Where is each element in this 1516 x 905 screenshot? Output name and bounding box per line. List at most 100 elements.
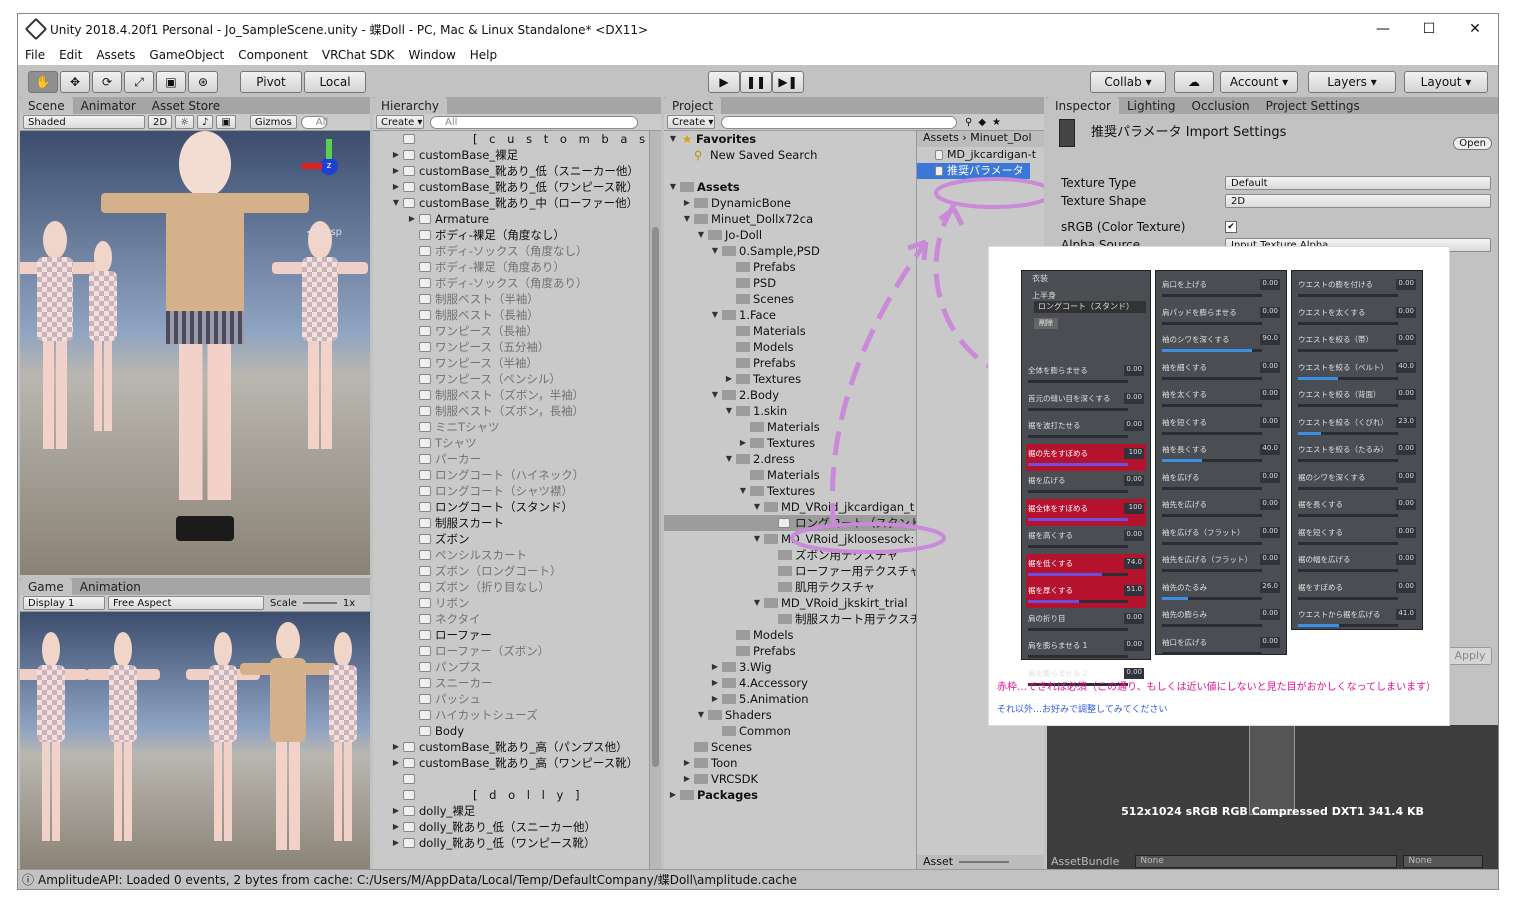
- cloud-icon[interactable]: ☁: [1174, 71, 1214, 93]
- param-value[interactable]: 40.0: [1260, 444, 1280, 455]
- param-value[interactable]: 23.0: [1396, 416, 1416, 428]
- hierarchy-item[interactable]: ネクタイ: [373, 611, 661, 627]
- breadcrumb-assets[interactable]: Assets: [923, 131, 959, 144]
- param-value[interactable]: 0.00: [1124, 640, 1144, 651]
- param-slider[interactable]: [1162, 624, 1262, 627]
- hierarchy-item[interactable]: パッシュ: [373, 691, 661, 707]
- param-slider[interactable]: [1298, 514, 1398, 517]
- expand-arrow-icon[interactable]: ▶: [391, 147, 401, 163]
- tab-project-settings[interactable]: Project Settings: [1258, 97, 1368, 114]
- close-icon[interactable]: ✕: [1452, 14, 1498, 44]
- hierarchy-item[interactable]: Body: [373, 723, 661, 739]
- hierarchy-item[interactable]: 制服スカート: [373, 515, 661, 531]
- hierarchy-item[interactable]: スニーカー: [373, 675, 661, 691]
- param-value[interactable]: 0.00: [1260, 471, 1280, 483]
- param-slider-row[interactable]: 袖を太くする 0.00: [1160, 385, 1282, 412]
- pivot-toggle[interactable]: Pivot: [240, 71, 302, 93]
- hierarchy-item[interactable]: Tシャツ: [373, 435, 661, 451]
- hierarchy-item[interactable]: ミニTシャツ: [373, 419, 661, 435]
- param-slider[interactable]: [1028, 600, 1128, 603]
- project-folder[interactable]: ▶ Toon: [664, 755, 916, 771]
- project-folder[interactable]: ▶ Packages: [664, 787, 916, 803]
- param-slider[interactable]: [1028, 572, 1128, 576]
- param-value[interactable]: 0.00: [1260, 499, 1280, 510]
- scene-viewport[interactable]: z <Persp: [20, 131, 370, 575]
- project-folder[interactable]: Common: [664, 723, 916, 739]
- file-item[interactable]: MD_jkcardigan-t: [917, 147, 1044, 163]
- hierarchy-item[interactable]: ボディ-ソックス（角度あり）: [373, 275, 661, 291]
- menu-gameobject[interactable]: GameObject: [142, 48, 231, 62]
- 2d-toggle[interactable]: 2D: [148, 115, 173, 129]
- param-value[interactable]: 0.00: [1124, 530, 1144, 541]
- param-slider[interactable]: [1298, 349, 1398, 352]
- param-slider-row[interactable]: 袖先を広げる 0.00: [1160, 495, 1282, 522]
- param-value[interactable]: 26.0: [1260, 581, 1280, 593]
- maximize-icon[interactable]: ☐: [1406, 14, 1452, 44]
- expand-arrow-icon[interactable]: ▼: [668, 179, 678, 195]
- hierarchy-item[interactable]: 制服ベスト（ズボン，長袖）: [373, 403, 661, 419]
- param-slider-row[interactable]: 裾を長くする 0.00: [1296, 495, 1418, 522]
- expand-arrow-icon[interactable]: ▶: [682, 755, 692, 771]
- param-slider[interactable]: [1028, 380, 1128, 383]
- expand-arrow-icon[interactable]: ▼: [682, 211, 692, 227]
- param-slider[interactable]: [1162, 651, 1262, 655]
- rotate-tool-icon[interactable]: ⟳: [92, 71, 122, 93]
- param-slider-row[interactable]: 袖を広げる（フラット） 0.00: [1160, 523, 1282, 550]
- param-value[interactable]: 100: [1124, 447, 1144, 459]
- project-folder[interactable]: ▼ 1.skin: [664, 403, 916, 419]
- project-folder[interactable]: ズボン用テクスチャ: [664, 547, 916, 563]
- favorites-header[interactable]: ▼ Favorites ★: [664, 131, 916, 147]
- param-slider-row[interactable]: 袖のシワを深くする 90.0: [1160, 330, 1282, 357]
- hierarchy-item[interactable]: ▶ dolly_靴あり_低（ワンピース靴）: [373, 835, 661, 851]
- param-slider-row[interactable]: ウエストを絞る（背面） 0.00: [1296, 385, 1418, 412]
- hierarchy-item[interactable]: ワンピース（ペンシル）: [373, 371, 661, 387]
- param-slider-row[interactable]: 裾を低くする 74.0: [1026, 553, 1146, 581]
- param-value[interactable]: 0.00: [1260, 416, 1280, 428]
- expand-arrow-icon[interactable]: ▶: [391, 163, 401, 179]
- effects-icon[interactable]: ▣: [216, 115, 236, 129]
- project-search-input[interactable]: [721, 115, 957, 129]
- hierarchy-item[interactable]: 制服ベスト（半袖）: [373, 291, 661, 307]
- hierarchy-item[interactable]: ボディ-裸足（角度あり）: [373, 259, 661, 275]
- hierarchy-item[interactable]: ズボン: [373, 531, 661, 547]
- delete-button[interactable]: 削除: [1034, 318, 1058, 329]
- param-slider-row[interactable]: ウエストを太くする 0.00: [1296, 303, 1418, 330]
- hierarchy-item[interactable]: ▶ customBase_靴あり_高（パンプス他）: [373, 739, 661, 755]
- param-slider-row[interactable]: 裾のシワを深くする 0.00: [1296, 468, 1418, 495]
- param-value[interactable]: 0.00: [1396, 554, 1416, 565]
- texture-shape-dropdown[interactable]: 2D: [1225, 194, 1491, 208]
- expand-arrow-icon[interactable]: ▼: [710, 387, 720, 403]
- tab-game[interactable]: Game: [20, 578, 72, 595]
- param-slider[interactable]: [1298, 569, 1398, 572]
- expand-arrow-icon[interactable]: ▼: [724, 403, 734, 419]
- texture-type-dropdown[interactable]: Default: [1225, 176, 1491, 190]
- layout-dropdown[interactable]: Layout ▾: [1404, 71, 1488, 93]
- project-folder[interactable]: ▼ Minuet_Dollx72ca: [664, 211, 916, 227]
- param-slider-row[interactable]: 肩パッドを膨らませる 0.00: [1160, 303, 1282, 330]
- hierarchy-item[interactable]: ▶ dolly_靴あり_低（スニーカー他）: [373, 819, 661, 835]
- param-value[interactable]: 0.00: [1260, 609, 1280, 620]
- hierarchy-item[interactable]: ▶ Armature: [373, 211, 661, 227]
- project-folder[interactable]: Prefabs: [664, 643, 916, 659]
- expand-arrow-icon[interactable]: ▶: [407, 211, 417, 227]
- param-value[interactable]: 0.00: [1124, 667, 1144, 679]
- open-button[interactable]: Open: [1453, 137, 1492, 150]
- project-folder[interactable]: ▶ 5.Animation: [664, 691, 916, 707]
- expand-arrow-icon[interactable]: ▶: [710, 675, 720, 691]
- param-slider[interactable]: [1028, 407, 1128, 411]
- hierarchy-item[interactable]: ボディ-ソックス（角度なし）: [373, 243, 661, 259]
- project-folder[interactable]: Scenes: [664, 291, 916, 307]
- param-slider[interactable]: [1162, 596, 1262, 600]
- param-slider[interactable]: [1162, 404, 1262, 407]
- expand-arrow-icon[interactable]: ▶: [682, 771, 692, 787]
- param-slider[interactable]: [1028, 462, 1128, 466]
- scene-gizmo[interactable]: z: [302, 139, 358, 195]
- hierarchy-item[interactable]: [ d o l l y ]: [373, 787, 661, 803]
- hierarchy-item[interactable]: ロングコート（スタンド）: [373, 499, 661, 515]
- expand-arrow-icon[interactable]: ▼: [752, 499, 762, 515]
- project-folder[interactable]: 肌用テクスチャ: [664, 579, 916, 595]
- param-value[interactable]: 0.00: [1260, 389, 1280, 400]
- hierarchy-item[interactable]: ハイカットシューズ: [373, 707, 661, 723]
- param-slider-row[interactable]: 裾の先をすぼめる 100: [1026, 443, 1146, 471]
- param-value[interactable]: 0.00: [1396, 306, 1416, 318]
